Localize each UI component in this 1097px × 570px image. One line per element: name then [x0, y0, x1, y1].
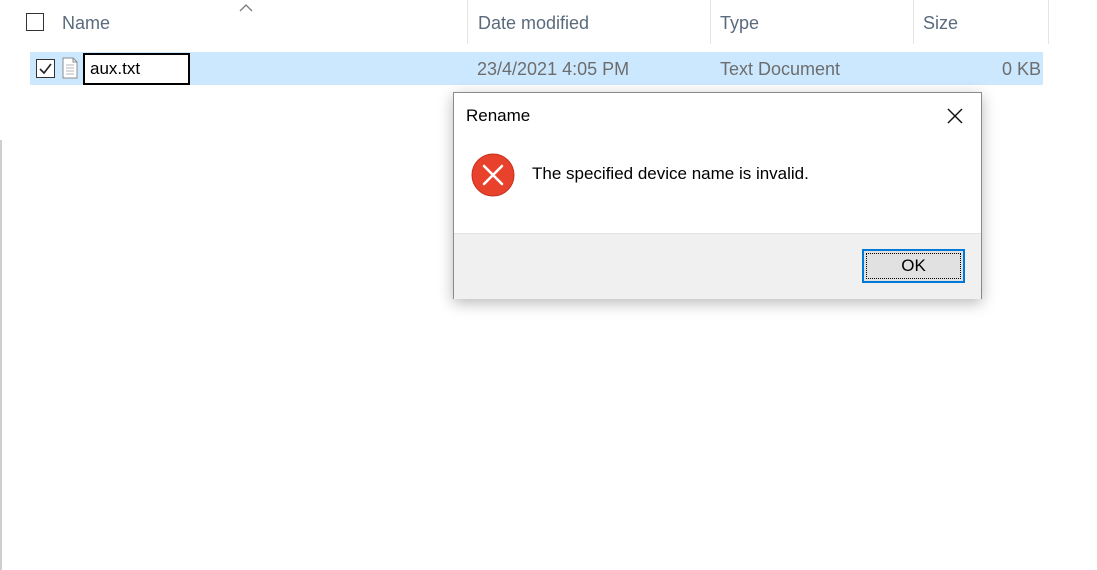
- sort-ascending-icon: [239, 4, 253, 12]
- dialog-message: The specified device name is invalid.: [532, 164, 809, 183]
- file-size: 0 KB: [1002, 59, 1042, 79]
- file-row[interactable]: 23/4/2021 4:05 PM Text Document 0 KB: [30, 52, 1043, 85]
- row-checkbox[interactable]: [36, 59, 55, 78]
- file-date-modified: 23/4/2021 4:05 PM: [477, 59, 630, 79]
- file-explorer-view: Name Date modified Type Size 23/4/2021 4…: [0, 0, 1097, 570]
- close-icon[interactable]: [942, 103, 968, 129]
- rename-error-dialog: Rename The specified device name is inva…: [453, 92, 982, 299]
- pane-divider: [0, 140, 2, 570]
- column-header-type[interactable]: Type: [720, 0, 759, 46]
- rename-input[interactable]: [83, 53, 190, 85]
- checkmark-icon: [39, 63, 52, 75]
- column-divider[interactable]: [913, 0, 914, 44]
- ok-button-label: OK: [901, 256, 926, 275]
- column-divider[interactable]: [1048, 0, 1049, 44]
- dialog-footer: OK: [454, 233, 981, 299]
- column-header-size[interactable]: Size: [923, 0, 958, 46]
- column-header-date-modified[interactable]: Date modified: [478, 0, 589, 46]
- column-header-name[interactable]: Name: [62, 0, 110, 46]
- ok-button[interactable]: OK: [862, 249, 965, 283]
- select-all-checkbox[interactable]: [26, 13, 44, 31]
- column-divider[interactable]: [467, 0, 468, 44]
- column-divider[interactable]: [710, 0, 711, 44]
- dialog-title: Rename: [466, 106, 531, 125]
- text-file-icon: [62, 57, 78, 79]
- file-type: Text Document: [720, 59, 841, 79]
- column-header: Name Date modified Type Size: [0, 0, 1050, 46]
- error-icon: [471, 153, 515, 197]
